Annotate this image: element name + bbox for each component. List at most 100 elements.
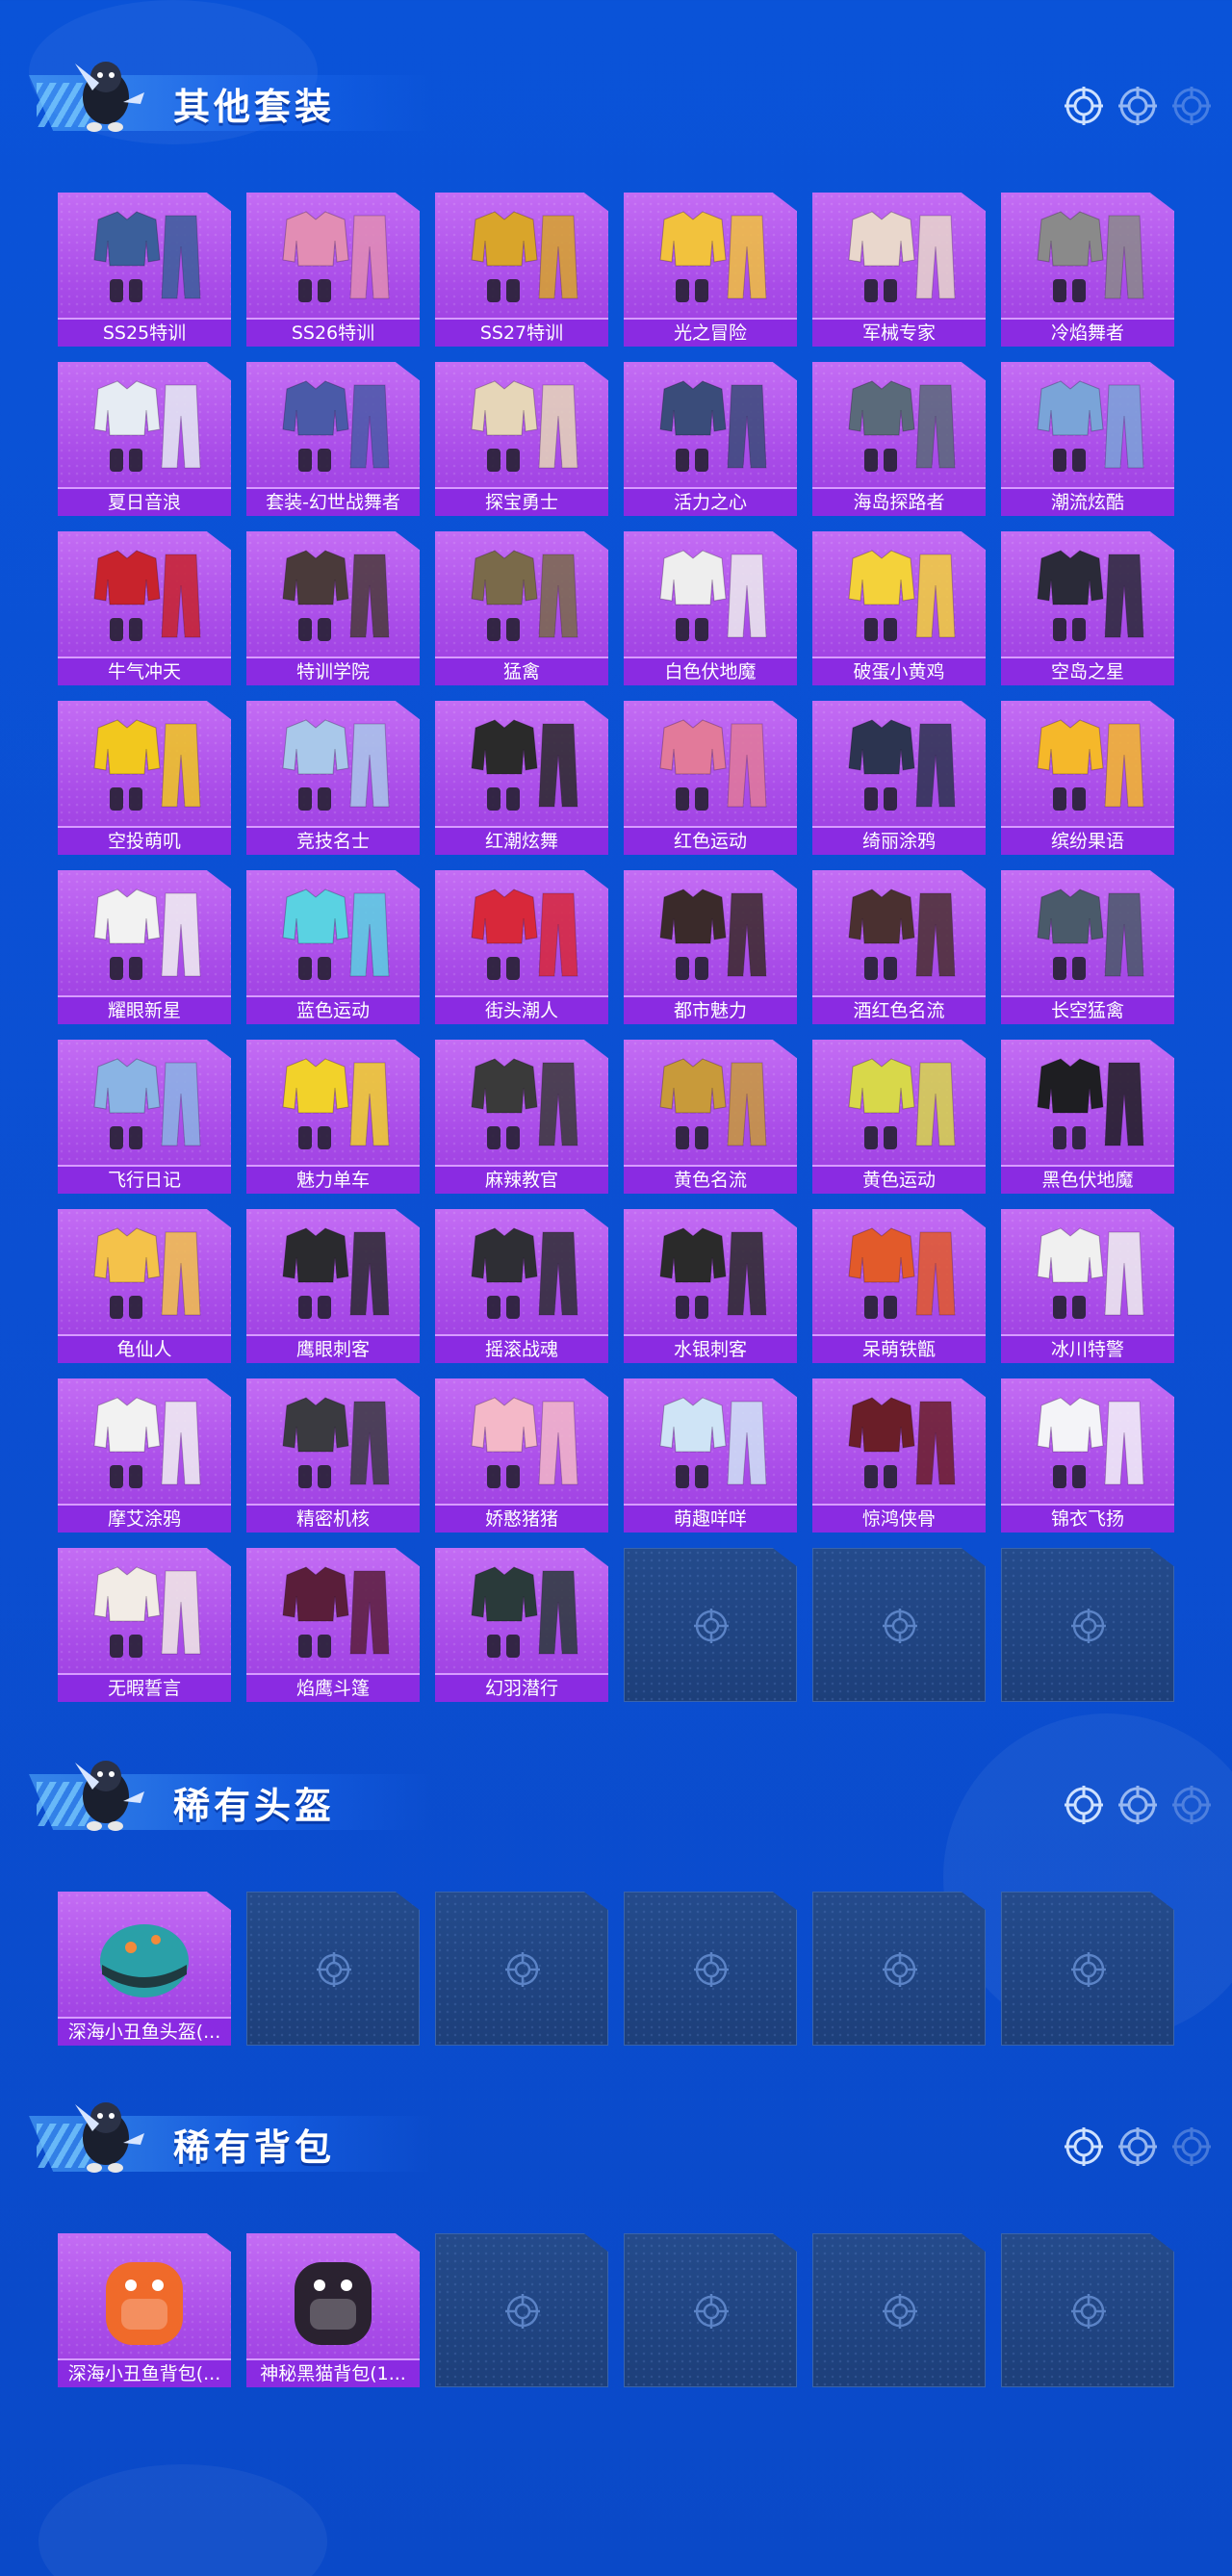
item-card[interactable]: 龟仙人 xyxy=(58,1209,231,1363)
item-card[interactable]: 空投萌叽 xyxy=(58,701,231,855)
item-label: 惊鸿侠骨 xyxy=(812,1504,986,1533)
item-card[interactable]: 鹰眼刺客 xyxy=(246,1209,420,1363)
crosshair-icon xyxy=(1071,2294,1106,2329)
item-card[interactable]: 惊鸿侠骨 xyxy=(812,1378,986,1533)
outfit-icon xyxy=(848,550,956,641)
item-label: 无暇誓言 xyxy=(58,1673,231,1702)
outfit-icon xyxy=(282,1058,390,1149)
item-card[interactable]: 神秘黑猫背包(1... xyxy=(246,2233,420,2387)
item-card[interactable]: 水银刺客 xyxy=(624,1209,797,1363)
empty-slot xyxy=(1001,1548,1174,1702)
item-label: 黄色运动 xyxy=(812,1165,986,1194)
outfit-icon xyxy=(659,1058,767,1149)
outfit-icon xyxy=(848,380,956,472)
item-card[interactable]: 缤纷果语 xyxy=(1001,701,1174,855)
item-card[interactable]: 套装-幻世战舞者 xyxy=(246,362,420,516)
empty-slot xyxy=(1001,1892,1174,2046)
item-card[interactable]: 耀眼新星 xyxy=(58,870,231,1024)
item-card[interactable]: 活力之心 xyxy=(624,362,797,516)
item-label: 娇憨猪猪 xyxy=(435,1504,608,1533)
section-backpacks: 稀有背包 深海小丑鱼背包(... 神秘黑猫背包(1... xyxy=(0,2079,1232,2387)
item-card[interactable]: 深海小丑鱼背包(... xyxy=(58,2233,231,2387)
item-card[interactable]: SS26特训 xyxy=(246,193,420,347)
outfit-icon xyxy=(1037,380,1144,472)
header-deco-icons xyxy=(1063,2125,1213,2168)
item-card[interactable]: 光之冒险 xyxy=(624,193,797,347)
header-deco-icons xyxy=(1063,1784,1213,1826)
item-card[interactable]: 海岛探路者 xyxy=(812,362,986,516)
item-card[interactable]: 精密机核 xyxy=(246,1378,420,1533)
item-label: 焰鹰斗篷 xyxy=(246,1673,420,1702)
crosshair-icon xyxy=(1071,1952,1106,1987)
item-card[interactable]: 白色伏地魔 xyxy=(624,531,797,685)
crosshair-icon xyxy=(883,1609,917,1643)
item-card[interactable]: 破蛋小黄鸡 xyxy=(812,531,986,685)
item-card[interactable]: 红潮炫舞 xyxy=(435,701,608,855)
item-card[interactable]: 麻辣教官 xyxy=(435,1040,608,1194)
outfit-icon xyxy=(471,1397,578,1488)
item-card[interactable]: 红色运动 xyxy=(624,701,797,855)
item-card[interactable]: 深海小丑鱼头盔(... xyxy=(58,1892,231,2046)
item-label: 红潮炫舞 xyxy=(435,826,608,855)
item-card[interactable]: 夏日音浪 xyxy=(58,362,231,516)
item-card[interactable]: 萌趣咩咩 xyxy=(624,1378,797,1533)
crosshair-icon xyxy=(1118,2127,1157,2166)
item-card[interactable]: 特训学院 xyxy=(246,531,420,685)
outfit-icon xyxy=(659,889,767,980)
mascot-icon xyxy=(75,2102,144,2173)
item-card[interactable]: 娇憨猪猪 xyxy=(435,1378,608,1533)
item-card[interactable]: 黑色伏地魔 xyxy=(1001,1040,1174,1194)
section-title: 其他套装 xyxy=(173,86,336,128)
item-card[interactable]: 牛气冲天 xyxy=(58,531,231,685)
item-card[interactable]: 摩艾涂鸦 xyxy=(58,1378,231,1533)
item-label: 潮流炫酷 xyxy=(1001,487,1174,516)
item-label: SS25特训 xyxy=(58,318,231,347)
header-deco-icons xyxy=(1063,85,1213,127)
item-label: 光之冒险 xyxy=(624,318,797,347)
item-label: 夏日音浪 xyxy=(58,487,231,516)
item-label: 白色伏地魔 xyxy=(624,657,797,685)
item-card[interactable]: 锦衣飞扬 xyxy=(1001,1378,1174,1533)
item-card[interactable]: 冰川特警 xyxy=(1001,1209,1174,1363)
item-card[interactable]: 蓝色运动 xyxy=(246,870,420,1024)
item-label: 萌趣咩咩 xyxy=(624,1504,797,1533)
item-card[interactable]: 空岛之星 xyxy=(1001,531,1174,685)
item-card[interactable]: 飞行日记 xyxy=(58,1040,231,1194)
item-card[interactable]: 无暇誓言 xyxy=(58,1548,231,1702)
item-card[interactable]: 长空猛禽 xyxy=(1001,870,1174,1024)
item-card[interactable]: 竞技名士 xyxy=(246,701,420,855)
item-card[interactable]: 黄色名流 xyxy=(624,1040,797,1194)
item-card[interactable]: 军械专家 xyxy=(812,193,986,347)
item-card[interactable]: 都市魅力 xyxy=(624,870,797,1024)
item-label: 呆萌铁甑 xyxy=(812,1334,986,1363)
item-card[interactable]: 幻羽潜行 xyxy=(435,1548,608,1702)
item-card[interactable]: 呆萌铁甑 xyxy=(812,1209,986,1363)
outfit-icon xyxy=(659,1227,767,1319)
item-card[interactable]: 黄色运动 xyxy=(812,1040,986,1194)
outfit-icon xyxy=(1037,1227,1144,1319)
item-card[interactable]: 潮流炫酷 xyxy=(1001,362,1174,516)
outfit-icon xyxy=(1037,211,1144,302)
crosshair-icon xyxy=(505,1952,540,1987)
item-card[interactable]: 绮丽涂鸦 xyxy=(812,701,986,855)
outfit-icon xyxy=(93,719,201,811)
item-label: 酒红色名流 xyxy=(812,995,986,1024)
item-card[interactable]: SS27特训 xyxy=(435,193,608,347)
outfit-icon xyxy=(1037,1058,1144,1149)
item-card[interactable]: 探宝勇士 xyxy=(435,362,608,516)
item-card[interactable]: 魅力单车 xyxy=(246,1040,420,1194)
item-card[interactable]: 街头潮人 xyxy=(435,870,608,1024)
bg-circle-bottom xyxy=(38,2464,327,2576)
item-card[interactable]: 摇滚战魂 xyxy=(435,1209,608,1363)
item-label: 鹰眼刺客 xyxy=(246,1334,420,1363)
item-card[interactable]: 焰鹰斗篷 xyxy=(246,1548,420,1702)
item-card[interactable]: 冷焰舞者 xyxy=(1001,193,1174,347)
outfit-icon xyxy=(659,211,767,302)
outfit-icon xyxy=(659,719,767,811)
item-label: 神秘黑猫背包(1... xyxy=(246,2358,420,2387)
item-card[interactable]: 猛禽 xyxy=(435,531,608,685)
crosshair-icon xyxy=(694,1609,729,1643)
item-card[interactable]: 酒红色名流 xyxy=(812,870,986,1024)
item-card[interactable]: SS25特训 xyxy=(58,193,231,347)
item-grid: 深海小丑鱼头盔(... xyxy=(58,1892,1174,2046)
